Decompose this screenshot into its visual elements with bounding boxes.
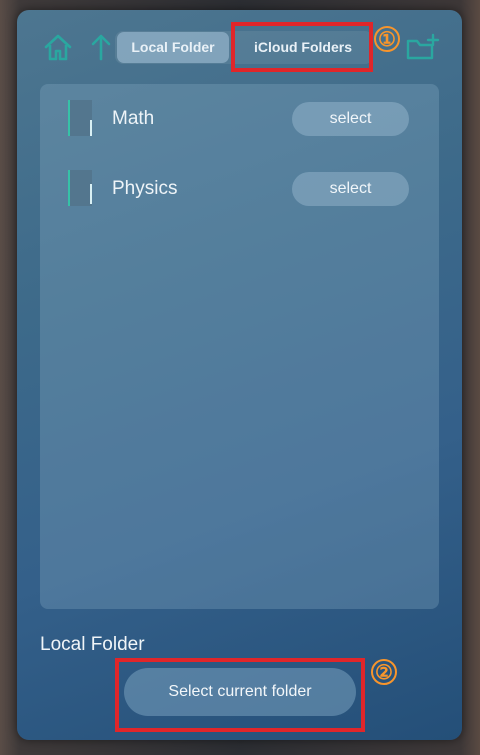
folder-name: Physics	[112, 178, 178, 199]
select-physics-button[interactable]: select	[292, 172, 409, 206]
folder-picker-panel: Local Folder iCloud Folders Math select	[17, 10, 462, 740]
callout-marker: ①	[374, 26, 400, 52]
list-item[interactable]: Physics select	[40, 164, 439, 214]
folder-list: Math select Physics select	[40, 84, 439, 609]
folder-icon	[65, 98, 95, 138]
home-icon[interactable]	[43, 32, 73, 62]
new-folder-icon[interactable]	[405, 32, 441, 62]
folder-name: Math	[112, 108, 155, 129]
up-arrow-icon[interactable]	[89, 32, 113, 62]
highlight-box-select-current	[115, 658, 365, 732]
highlight-box-icloud	[231, 22, 373, 72]
tab-local-folder[interactable]: Local Folder	[117, 32, 229, 63]
current-location-label: Local Folder	[40, 634, 145, 655]
folder-icon	[65, 168, 95, 208]
list-item[interactable]: Math select	[40, 94, 439, 144]
select-math-button[interactable]: select	[292, 102, 409, 136]
callout-marker: ②	[371, 659, 397, 685]
